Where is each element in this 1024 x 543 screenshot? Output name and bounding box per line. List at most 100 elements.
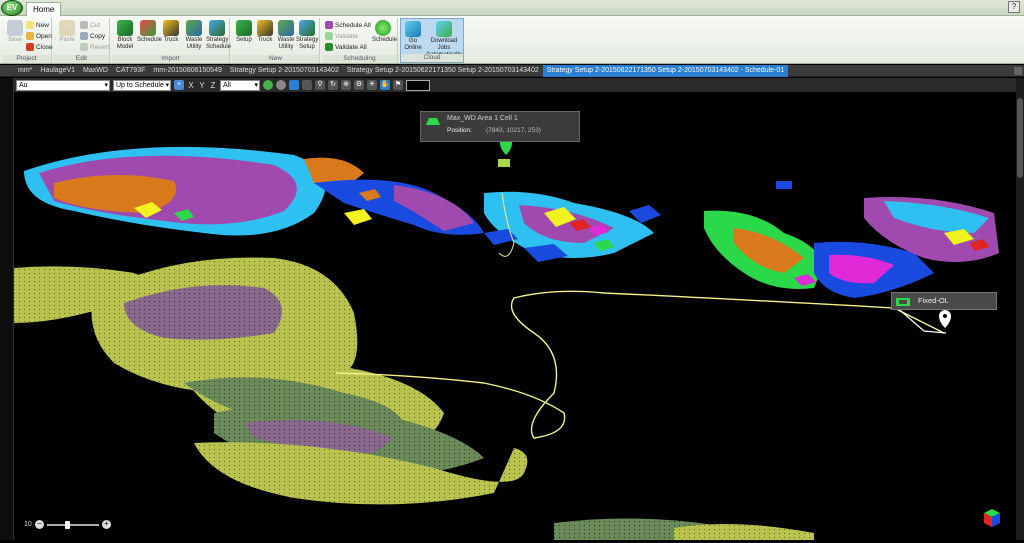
validate-all-button[interactable]: Validate All [325,42,367,52]
axis-y-toggle[interactable]: Y [198,81,206,90]
3d-viewport[interactable] [14,93,1016,540]
orientation-cube-icon[interactable] [983,508,1001,528]
digger-icon [426,118,440,125]
strategy-setup-icon [299,20,315,36]
rotate-icon[interactable]: ↻ [328,80,338,90]
doc-tab-active[interactable]: Strategy Setup 2-20150622171350 Setup 2-… [542,65,789,77]
cloud-icon [405,21,421,37]
app-logo-icon[interactable]: EV [1,0,23,16]
save-button[interactable]: Save [4,20,26,44]
zoom-control: 10 − + [24,520,111,529]
zoom-in-button[interactable]: + [101,520,111,529]
pin-icon[interactable]: ⚲ [315,80,325,90]
scrollbar-thumb[interactable] [1017,98,1023,178]
cut-button[interactable]: Cut [80,20,100,30]
settings-icon[interactable]: ⚙ [354,80,364,90]
validate-all-label: Validate All [335,43,367,51]
location-pin-right-icon[interactable] [939,310,951,328]
revert-icon [80,43,88,51]
waste-utility-icon [278,20,294,36]
vertical-scrollbar[interactable] [1016,78,1024,540]
zoom-out-button[interactable]: − [34,520,44,529]
import-strategy-schedule-label: Strategy Schedule [206,37,232,50]
block-cluster-upper-left[interactable] [24,146,484,236]
schedule-run-button[interactable]: Schedule [372,20,397,44]
doc-tab[interactable]: Strategy Setup 2-20150622171350 Setup 2-… [343,65,543,77]
new-setup-label: Setup [236,37,252,43]
crusher-icon [896,298,910,306]
revert-button[interactable]: Revert [80,42,109,52]
help-icon[interactable]: ? [1008,1,1020,13]
new-waste-utility-button[interactable]: Waste Utility [275,20,297,51]
doc-tab[interactable]: Strategy Setup 2-20150703143402 [226,65,343,77]
add-icon[interactable]: + [174,80,184,90]
new-truck-button[interactable]: Truck [254,20,276,44]
doc-tab[interactable]: mm* [14,65,36,77]
doc-tab[interactable]: mm-20150806150549 [149,65,226,77]
doc-tab[interactable]: MaxWD [79,65,112,77]
import-block-model-button[interactable]: Block Model [114,20,136,51]
new-file-icon [26,21,34,29]
doc-tab[interactable]: HaulageV1 [36,65,79,77]
close-button[interactable]: Close [26,42,53,52]
import-schedule-button[interactable]: Schedule [137,20,163,44]
axis-z-toggle[interactable]: Z [209,81,217,90]
new-button[interactable]: New [26,20,49,30]
validate-button[interactable]: Validate [325,31,358,41]
block-cluster-right[interactable] [704,197,999,298]
ribbon-group-project: Save New Open Close Project [2,18,53,63]
truck-icon [163,20,179,36]
green-circle-icon[interactable] [263,80,273,90]
import-schedule-label: Schedule [137,37,163,43]
import-truck-button[interactable]: Truck [160,20,182,44]
setup-icon [236,20,252,36]
truck-icon [257,20,273,36]
new-truck-label: Truck [257,37,273,43]
waste-utility-icon [186,20,202,36]
download-icon [436,21,452,37]
new-waste-utility-label: Waste Utility [277,37,295,50]
close-icon [26,43,34,51]
scene-canvas[interactable] [14,93,1016,540]
go-online-button[interactable]: Go Online [402,21,424,52]
import-truck-label: Truck [163,37,179,43]
tab-scroll-arrow-icon[interactable] [1014,67,1022,75]
light-icon[interactable]: ☀ [367,80,377,90]
new-setup-button[interactable]: Setup [233,20,255,44]
zoom-value: 10 [24,521,32,528]
cut-label: Cut [90,21,101,29]
ribbon: Save New Open Close Project Paste Cut Co… [0,16,1024,64]
schedule-all-icon [325,21,333,29]
import-waste-utility-label: Waste Utility [185,37,203,50]
paste-button[interactable]: Paste [56,20,78,44]
view-mode-icon[interactable] [289,80,299,90]
tooltip-position-value: (7843, 10217, 253) [486,127,541,134]
fixed-destination-label[interactable]: Fixed-OL [891,292,997,310]
grey-circle-icon[interactable] [276,80,286,90]
ribbon-tab-home[interactable]: Home [26,2,62,16]
pan-icon[interactable]: ✋ [380,80,390,90]
group-label-import: Import [112,55,229,63]
import-waste-utility-button[interactable]: Waste Utility [183,20,205,51]
zoom-slider[interactable] [46,520,99,529]
period-mode-select[interactable]: Up to Schedule [113,79,171,91]
filter-select[interactable]: All [220,79,260,91]
layers-icon[interactable] [302,80,312,90]
pit-terrain[interactable] [14,257,814,540]
open-button[interactable]: Open [26,31,52,41]
scissors-icon [80,21,88,29]
validate-icon [325,32,333,40]
doc-tab[interactable]: CAT793F [112,65,149,77]
new-label: New [36,21,50,29]
import-strategy-schedule-button[interactable]: Strategy Schedule [206,20,232,51]
block-model-icon [117,20,133,36]
new-strategy-setup-button[interactable]: Strategy Setup [296,20,318,51]
walk-icon[interactable]: ⚑ [393,80,403,90]
schedule-all-button[interactable]: Schedule All [325,20,371,30]
axis-x-toggle[interactable]: X [187,81,195,90]
copy-button[interactable]: Copy [80,31,105,41]
target-icon[interactable]: ⊕ [341,80,351,90]
attribute-select[interactable]: Au [16,79,110,91]
color-select[interactable] [406,79,430,91]
zoom-slider-thumb[interactable] [64,520,70,529]
